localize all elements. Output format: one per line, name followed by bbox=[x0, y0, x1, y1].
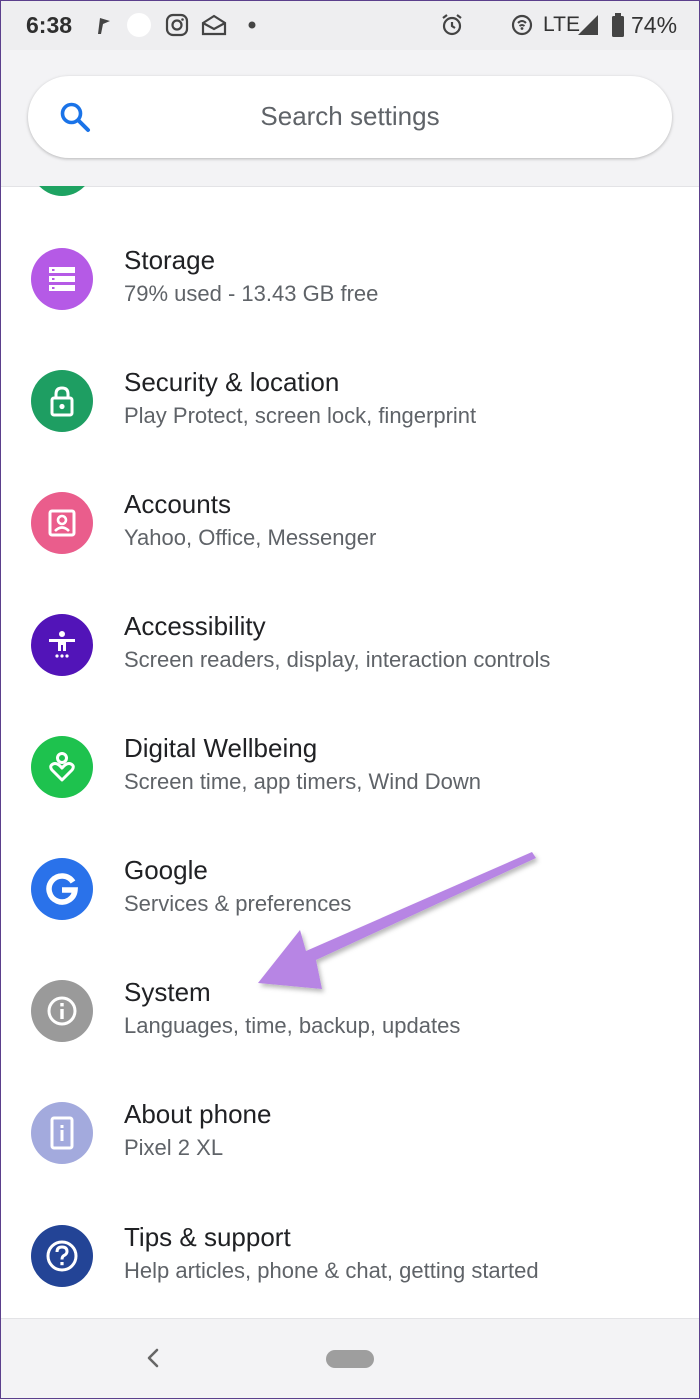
settings-item-about-phone[interactable]: About phone Pixel 2 XL bbox=[0, 1099, 700, 1224]
settings-item-digital-wellbeing[interactable]: Digital Wellbeing Screen time, app timer… bbox=[0, 733, 700, 858]
item-subtitle: Yahoo, Office, Messenger bbox=[124, 525, 377, 550]
item-title: Accessibility bbox=[124, 611, 266, 641]
item-subtitle: 79% used - 13.43 GB free bbox=[124, 281, 379, 306]
settings-item-system[interactable]: System Languages, time, backup, updates bbox=[0, 977, 700, 1102]
settings-item-google[interactable]: Google Services & preferences bbox=[0, 855, 700, 980]
circle-notification-icon bbox=[126, 12, 152, 38]
status-bar: 6:38 LTE 74% bbox=[0, 0, 700, 50]
item-subtitle: Pixel 2 XL bbox=[124, 1135, 224, 1160]
account-icon bbox=[31, 492, 93, 554]
settings-item-accounts[interactable]: Accounts Yahoo, Office, Messenger bbox=[0, 489, 700, 614]
item-title: System bbox=[124, 977, 211, 1007]
settings-item-accessibility[interactable]: Accessibility Screen readers, display, i… bbox=[0, 611, 700, 736]
item-subtitle: Play Protect, screen lock, fingerprint bbox=[124, 403, 477, 428]
navigation-bar bbox=[0, 1318, 700, 1400]
wifi-calling-icon bbox=[509, 12, 535, 38]
item-title: Storage bbox=[124, 245, 216, 275]
settings-item-security-location[interactable]: Security & location Play Protect, screen… bbox=[0, 367, 700, 492]
home-pill-icon[interactable] bbox=[326, 1350, 374, 1368]
item-title: About phone bbox=[124, 1099, 272, 1129]
accessibility-icon bbox=[31, 614, 93, 676]
settings-item-storage[interactable]: Storage 79% used - 13.43 GB free bbox=[0, 245, 700, 370]
lock-icon bbox=[31, 370, 93, 432]
item-title: Security & location bbox=[124, 367, 340, 397]
battery-percent: 74% bbox=[631, 12, 678, 38]
partial-list-item bbox=[0, 186, 700, 196]
alarm-icon bbox=[439, 12, 465, 38]
search-placeholder: Search settings bbox=[260, 101, 440, 131]
help-icon bbox=[31, 1225, 93, 1287]
phone-info-icon bbox=[31, 1102, 93, 1164]
item-title: Accounts bbox=[124, 489, 231, 519]
item-subtitle: Help articles, phone & chat, getting sta… bbox=[124, 1258, 539, 1283]
item-title: Google bbox=[124, 855, 208, 885]
google-icon bbox=[31, 858, 93, 920]
item-subtitle: Screen time, app timers, Wind Down bbox=[124, 769, 482, 794]
battery-icon bbox=[605, 12, 631, 38]
item-subtitle: Languages, time, backup, updates bbox=[124, 1013, 461, 1038]
instagram-icon bbox=[164, 12, 190, 38]
item-title: Tips & support bbox=[124, 1222, 291, 1252]
wellbeing-icon bbox=[31, 736, 93, 798]
storage-icon bbox=[31, 248, 93, 310]
item-title: Digital Wellbeing bbox=[124, 733, 318, 763]
mail-icon bbox=[201, 12, 227, 38]
signal-icon bbox=[575, 12, 601, 38]
partial-item-icon bbox=[31, 186, 93, 196]
item-subtitle: Screen readers, display, interaction con… bbox=[124, 647, 551, 672]
dot-icon bbox=[239, 12, 265, 38]
status-time: 6:38 bbox=[26, 12, 73, 38]
info-icon bbox=[31, 980, 93, 1042]
back-chevron-icon[interactable] bbox=[140, 1341, 166, 1375]
item-subtitle: Services & preferences bbox=[124, 891, 352, 916]
flag-icon bbox=[90, 12, 116, 38]
search-area: Search settings bbox=[0, 50, 700, 187]
search-input[interactable]: Search settings bbox=[28, 76, 672, 158]
